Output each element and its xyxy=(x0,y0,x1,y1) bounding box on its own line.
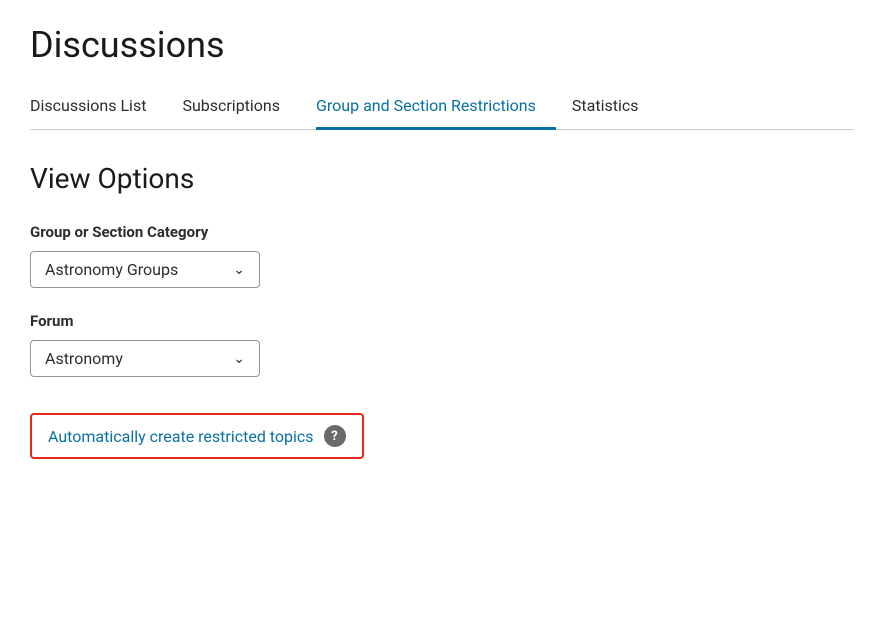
forum-value: Astronomy xyxy=(45,349,123,368)
forum-label: Forum xyxy=(30,312,854,330)
tab-statistics[interactable]: Statistics xyxy=(572,86,659,130)
tab-group-section-restrictions[interactable]: Group and Section Restrictions xyxy=(316,86,556,130)
forum-field: Forum Astronomy ⌄ xyxy=(30,312,854,377)
group-section-category-value: Astronomy Groups xyxy=(45,260,178,279)
group-section-category-select[interactable]: Astronomy Groups ⌄ xyxy=(30,251,260,288)
chevron-down-icon-forum: ⌄ xyxy=(233,351,245,367)
tab-discussions-list[interactable]: Discussions List xyxy=(30,86,166,130)
tab-subscriptions[interactable]: Subscriptions xyxy=(182,86,300,130)
page-title: Discussions xyxy=(30,24,854,66)
auto-create-restricted-topics-link[interactable]: Automatically create restricted topics xyxy=(48,427,314,446)
page-container: Discussions Discussions List Subscriptio… xyxy=(0,0,884,489)
chevron-down-icon: ⌄ xyxy=(233,262,245,278)
forum-select[interactable]: Astronomy ⌄ xyxy=(30,340,260,377)
group-section-category-field: Group or Section Category Astronomy Grou… xyxy=(30,223,854,288)
help-icon[interactable]: ? xyxy=(324,425,346,447)
group-section-category-label: Group or Section Category xyxy=(30,223,854,241)
tabs-nav: Discussions List Subscriptions Group and… xyxy=(30,86,854,130)
view-options-title: View Options xyxy=(30,162,854,195)
action-link-container[interactable]: Automatically create restricted topics ? xyxy=(30,413,364,459)
